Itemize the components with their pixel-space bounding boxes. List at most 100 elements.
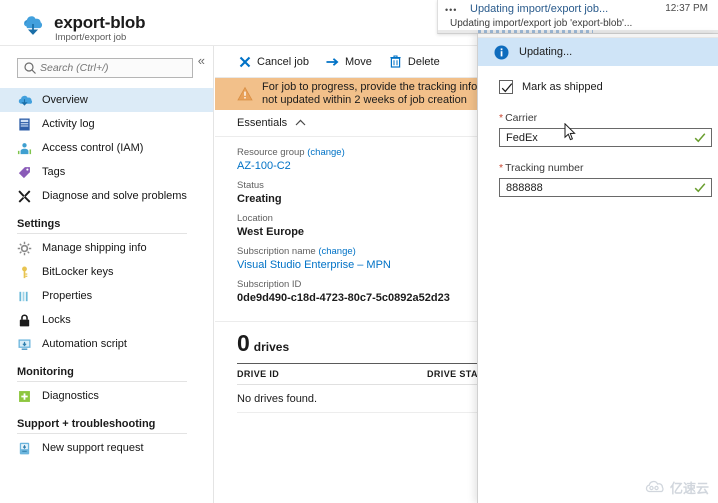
sidebar-item-label: Overview	[42, 94, 88, 106]
warning-triangle-icon	[237, 86, 253, 102]
carrier-field-box[interactable]	[499, 128, 712, 147]
search-container: «	[0, 46, 213, 88]
sidebar-item-label: Manage shipping info	[42, 242, 147, 254]
page-title: export-blob	[54, 13, 146, 32]
notification-subtitle: Updating import/export job 'export-blob'…	[450, 18, 633, 29]
sidebar-item-locks[interactable]: Locks	[0, 308, 213, 332]
sidebar-item-activity-log[interactable]: Activity log	[0, 112, 213, 136]
delete-button[interactable]: Delete	[387, 52, 446, 71]
sidebar-item-tags[interactable]: Tags	[0, 160, 213, 184]
sidebar-item-bitlocker-keys[interactable]: BitLocker keys	[0, 260, 213, 284]
property-key-text: Subscription name	[237, 246, 316, 257]
panel-status-text: Updating...	[519, 46, 573, 58]
sidebar-item-automation-script[interactable]: Automation script	[0, 332, 213, 356]
menu-group-header: Settings	[0, 218, 213, 234]
menu-group-title: Support + troubleshooting	[17, 418, 156, 430]
property-key-text: Resource group	[237, 147, 305, 158]
search-input[interactable]	[17, 58, 193, 78]
cancel-job-button[interactable]: Cancel job	[236, 52, 315, 71]
tracking-number-field-box[interactable]	[499, 178, 712, 197]
drives-word: drives	[253, 340, 290, 354]
automation-script-icon	[17, 337, 32, 352]
sidebar-item-diagnostics[interactable]: Diagnostics	[0, 384, 213, 408]
activity-log-icon	[17, 117, 32, 132]
change-link[interactable]: (change)	[307, 147, 345, 158]
sidebar-item-label: Properties	[42, 290, 93, 302]
panel-status-bar: Updating...	[478, 38, 718, 66]
sidebar-item-label: Activity log	[42, 118, 95, 130]
chevron-double-left-icon[interactable]: «	[195, 52, 208, 69]
sidebar-item-overview[interactable]: Overview	[0, 88, 213, 112]
menu-group-title: Settings	[17, 218, 61, 230]
gear-icon	[17, 241, 32, 256]
watermark-text: 亿速云	[669, 481, 709, 496]
tracking-number-field-input[interactable]	[500, 179, 680, 196]
sidebar-item-manage-shipping-info[interactable]: Manage shipping info	[0, 236, 213, 260]
mark-as-shipped-checkbox[interactable]	[499, 80, 513, 94]
field-label-text: Carrier	[505, 112, 538, 124]
sidebar-item-label: Diagnose and solve problems	[42, 190, 187, 202]
delete-label: Delete	[407, 55, 440, 68]
field-label-text: Tracking number	[505, 162, 584, 174]
divider	[17, 381, 187, 382]
watermark: 亿速云	[644, 478, 709, 497]
field-label: * Tracking number	[499, 162, 700, 174]
panel-fields: *Carrier*Tracking number	[499, 112, 712, 197]
progress-dots-icon: •••	[445, 5, 458, 15]
lock-icon	[17, 313, 32, 328]
mark-as-shipped-row[interactable]: Mark as shipped	[499, 80, 700, 94]
sidebar-item-diagnose-and-solve-problems[interactable]: Diagnose and solve problems	[0, 184, 213, 208]
cancel-job-label: Cancel job	[257, 55, 309, 68]
cloud-import-export-icon	[17, 93, 32, 108]
essentials-label: Essentials	[237, 117, 288, 129]
menu-groups: Settings Manage shipping info BitLocker ke…	[0, 218, 213, 460]
menu-group-title: Monitoring	[17, 366, 74, 378]
tag-icon	[17, 165, 32, 180]
tracking-number-field-group: * Tracking number	[499, 162, 712, 197]
sidebar-item-label: New support request	[42, 442, 144, 454]
notification-timestamp: 12:37 PM	[665, 3, 708, 14]
warning-line-1: For job to progress, provide the trackin…	[262, 81, 502, 93]
sidebar-item-label: Tags	[42, 166, 66, 178]
chevron-up-icon[interactable]	[295, 118, 306, 128]
support-request-icon	[17, 441, 32, 456]
sidebar-item-new-support-request[interactable]: New support request	[0, 436, 213, 460]
key-icon	[17, 265, 32, 280]
column-header-drive-id[interactable]: DRIVE ID	[237, 369, 427, 379]
sidebar-item-label: Automation script	[42, 338, 127, 350]
notification-toast[interactable]: ••• Updating import/export job... 12:37 …	[437, 0, 718, 34]
carrier-field-group: * Carrier	[499, 112, 712, 147]
warning-line-2: not updated within 2 weeks of job creati…	[262, 94, 467, 106]
drives-count: 0	[237, 330, 250, 356]
required-asterisk: *	[499, 162, 504, 174]
arrow-right-move-icon	[326, 55, 339, 68]
properties-bars-icon	[17, 289, 32, 304]
move-button[interactable]: Move	[324, 52, 378, 71]
page-subtitle: Import/export job	[55, 32, 127, 43]
change-link[interactable]: (change)	[318, 246, 356, 257]
green-check-icon	[694, 182, 706, 197]
notification-progress-bar	[438, 30, 718, 33]
x-cancel-icon	[238, 55, 251, 68]
property-key-text: Status	[237, 180, 264, 191]
property-key-text: Subscription ID	[237, 279, 302, 290]
move-label: Move	[344, 55, 372, 68]
trash-delete-icon	[389, 55, 402, 68]
wrench-screwdriver-icon	[17, 189, 32, 204]
warning-text: For job to progress, provide the trackin…	[262, 81, 502, 107]
access-control-icon	[17, 141, 32, 156]
carrier-field-input[interactable]	[500, 129, 680, 146]
sidebar-item-label: Locks	[42, 314, 71, 326]
sidebar-item-label: Diagnostics	[42, 390, 99, 402]
sidebar-item-access-control-iam[interactable]: Access control (IAM)	[0, 136, 213, 160]
manage-shipping-info-panel: Updating... Mark as shipped *Carrier*Tra…	[477, 34, 718, 503]
info-circle-icon	[494, 45, 509, 60]
mouse-cursor	[564, 122, 576, 141]
divider	[17, 233, 187, 234]
sidebar-item-properties[interactable]: Properties	[0, 284, 213, 308]
diagnostics-icon	[17, 389, 32, 404]
divider	[17, 433, 187, 434]
required-asterisk: *	[499, 112, 504, 124]
notification-title[interactable]: Updating import/export job...	[470, 3, 608, 15]
cloud-import-export-icon	[21, 14, 45, 36]
